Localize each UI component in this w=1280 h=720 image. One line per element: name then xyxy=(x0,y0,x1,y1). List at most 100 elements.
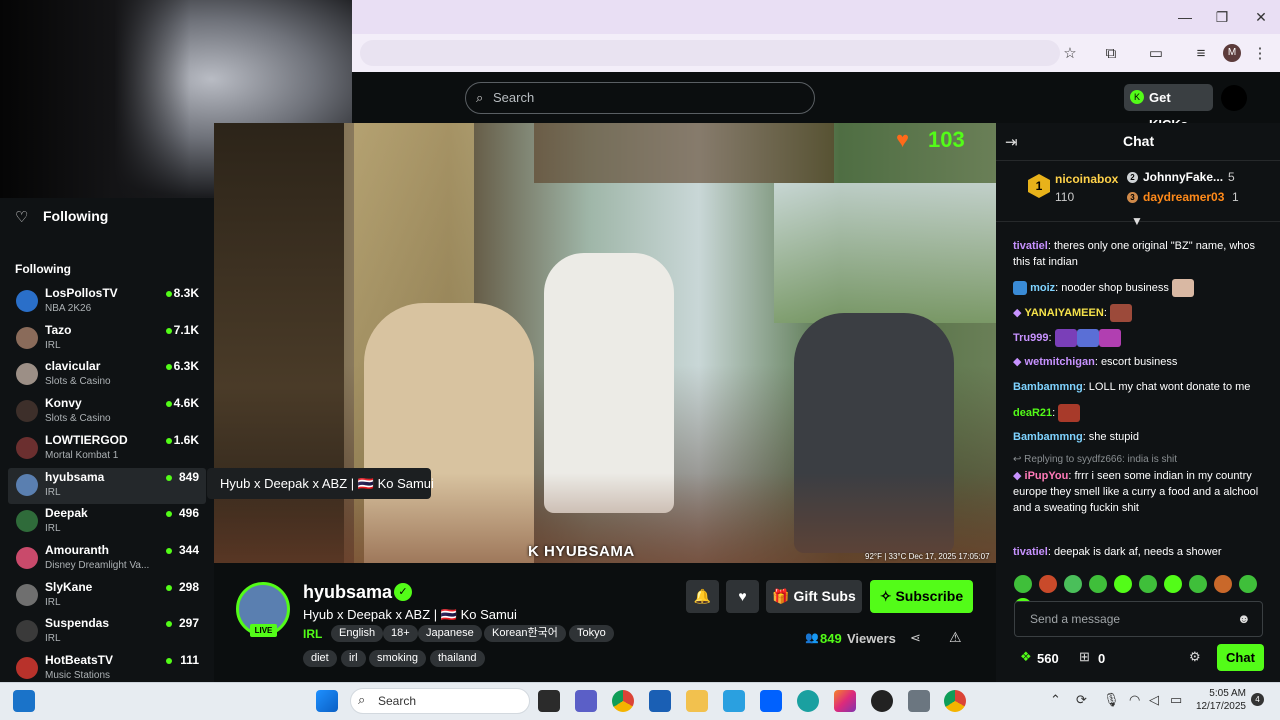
chat-username[interactable]: tivatiel xyxy=(1013,546,1048,558)
chrome-icon[interactable] xyxy=(944,690,966,712)
sidebar-item-lowtiergod[interactable]: LOWTIERGOD Mortal Kombat 1 1.6K xyxy=(8,431,206,467)
reply-context[interactable]: ↩ Replying to syydfz666: india is shit xyxy=(1013,454,1177,465)
chat-message: tivatiel: theres only one original "BZ" … xyxy=(1013,238,1273,270)
leaderboard-name-2[interactable]: JohnnyFake... xyxy=(1143,170,1223,184)
emote-icon[interactable] xyxy=(1014,575,1032,593)
sidebar-item-tazo[interactable]: Tazo IRL 7.1K xyxy=(8,321,206,357)
report-icon[interactable]: ⚠ xyxy=(949,629,962,646)
extensions-icon[interactable]: ⧉ xyxy=(1101,44,1121,64)
gear-icon[interactable]: ⚙ xyxy=(1189,649,1201,665)
live-dot-icon xyxy=(166,658,172,664)
maximize-button[interactable]: ❐ xyxy=(1207,6,1237,28)
tag-chip[interactable]: smoking xyxy=(369,650,426,667)
task-view-icon[interactable] xyxy=(538,690,560,712)
file-explorer-icon[interactable] xyxy=(686,690,708,712)
widgets-icon[interactable] xyxy=(13,690,35,712)
microphone-icon[interactable]: 🎙 xyxy=(1103,692,1120,708)
tag-chip[interactable]: diet xyxy=(303,650,337,667)
subscribe-button[interactable]: ✧ Subscribe xyxy=(870,580,973,613)
sidebar-item-slykane[interactable]: SlyKane IRL 298 xyxy=(8,578,206,614)
teams-icon[interactable] xyxy=(575,690,597,712)
tag-chip[interactable]: Tokyo xyxy=(569,625,614,642)
emote-icon[interactable] xyxy=(1239,575,1257,593)
emote-icon[interactable] xyxy=(1189,575,1207,593)
emote-icon[interactable] xyxy=(1039,575,1057,593)
cast-icon[interactable]: ▭ xyxy=(1146,44,1166,64)
sidebar-item-category: Mortal Kombat 1 xyxy=(45,449,119,461)
profile-avatar[interactable]: M xyxy=(1223,44,1241,62)
chat-username[interactable]: Bambammng xyxy=(1013,381,1083,393)
chat-username[interactable]: iPupYou xyxy=(1025,470,1069,482)
user-avatar[interactable] xyxy=(1221,85,1247,111)
dropbox-icon[interactable] xyxy=(760,690,782,712)
edge-icon[interactable] xyxy=(797,690,819,712)
volume-icon[interactable]: ◁ xyxy=(1149,692,1159,708)
chrome-icon[interactable] xyxy=(612,690,634,712)
star-icon[interactable]: ☆ xyxy=(1060,44,1080,64)
kicks-count[interactable]: 560 xyxy=(1037,651,1059,666)
wifi-icon[interactable]: ◠ xyxy=(1129,692,1140,708)
sidebar-item-amouranth[interactable]: Amouranth Disney Dreamlight Va... 344 xyxy=(8,541,206,577)
start-icon[interactable] xyxy=(316,690,338,712)
leaderboard-name-1[interactable]: nicoinabox xyxy=(1055,172,1118,186)
category-link[interactable]: IRL xyxy=(303,627,322,641)
chat-username[interactable]: tivatiel xyxy=(1013,240,1048,252)
sidebar-item-clavicular[interactable]: clavicular Slots & Casino 6.3K xyxy=(8,357,206,393)
chat-username[interactable]: deaR21 xyxy=(1013,407,1052,419)
tag-chip[interactable]: Korean한국어 xyxy=(484,625,566,642)
emote-icon[interactable] xyxy=(1164,575,1182,593)
collapse-chat-icon[interactable]: ⇥ xyxy=(1005,133,1018,151)
channel-name[interactable]: hyubsama xyxy=(303,582,392,603)
battery-icon[interactable]: ▭ xyxy=(1170,692,1182,708)
clock-date[interactable]: 12/17/2025 xyxy=(1195,701,1246,712)
tag-chip[interactable]: irl xyxy=(341,650,366,667)
leaderboard-name-3[interactable]: daydreamer03 xyxy=(1143,190,1224,204)
tag-chip[interactable]: 18+ xyxy=(383,625,418,642)
app-icon[interactable] xyxy=(871,690,893,712)
tag-chip[interactable]: English xyxy=(331,625,384,642)
tag-chip[interactable]: Japanese xyxy=(418,625,482,642)
emote-icon[interactable] xyxy=(1064,575,1082,593)
notification-badge[interactable]: 4 xyxy=(1251,693,1264,706)
tag-chip[interactable]: thailand xyxy=(430,650,485,667)
settings-icon[interactable] xyxy=(908,690,930,712)
following-nav[interactable]: Following xyxy=(43,208,108,224)
kebab-menu-icon[interactable]: ⋮ xyxy=(1250,44,1270,64)
media-icon[interactable]: ≡ xyxy=(1191,44,1211,64)
address-bar[interactable] xyxy=(360,40,1060,66)
chat-message: moiz: nooder shop business xyxy=(1013,279,1273,297)
sidebar-item-konvy[interactable]: Konvy Slots & Casino 4.6K xyxy=(8,394,206,430)
chat-message: Tru999: xyxy=(1013,329,1273,347)
chevron-up-icon[interactable]: ⌃ xyxy=(1050,692,1061,708)
notification-bell-button[interactable]: 🔔 xyxy=(686,580,719,613)
emote-icon[interactable] xyxy=(1139,575,1157,593)
emoji-picker-icon[interactable]: ☻ xyxy=(1237,611,1251,626)
chat-username[interactable]: Bambammng xyxy=(1013,431,1083,443)
expand-leaderboard-icon[interactable]: ▼ xyxy=(1131,214,1143,228)
clock-time[interactable]: 5:05 AM xyxy=(1208,688,1246,699)
send-chat-button[interactable]: Chat xyxy=(1217,644,1264,671)
emote-icon[interactable] xyxy=(1089,575,1107,593)
follow-heart-button[interactable]: ♥ xyxy=(726,580,759,613)
taskbar-search[interactable] xyxy=(350,688,530,714)
sidebar-item-deepak[interactable]: Deepak IRL 496 xyxy=(8,504,206,540)
chat-username[interactable]: wetmitchigan xyxy=(1025,356,1095,368)
sidebar-item-suspendas[interactable]: Suspendas IRL 297 xyxy=(8,614,206,650)
minimize-button[interactable]: — xyxy=(1170,6,1200,28)
chat-username[interactable]: YANAIYAMEEN xyxy=(1025,307,1104,319)
chat-username[interactable]: Tru999 xyxy=(1013,332,1048,344)
emote-icon[interactable] xyxy=(1214,575,1232,593)
gift-count[interactable]: 0 xyxy=(1098,651,1105,666)
sidebar-item-hyubsama[interactable]: hyubsama IRL 849 xyxy=(8,467,206,504)
app-icon[interactable] xyxy=(723,690,745,712)
sync-icon[interactable]: ⟳ xyxy=(1076,692,1087,708)
close-button[interactable]: ✕ xyxy=(1246,6,1276,28)
store-icon[interactable] xyxy=(649,690,671,712)
sidebar-item-lospollostv[interactable]: LosPollosTV NBA 2K26 8.3K xyxy=(8,284,206,320)
chat-username[interactable]: moiz xyxy=(1030,282,1055,294)
emote-icon[interactable] xyxy=(1114,575,1132,593)
sidebar-item-label: Amouranth xyxy=(45,542,109,557)
gift-subs-button[interactable]: 🎁 Gift Subs xyxy=(766,580,862,613)
share-icon[interactable]: ⋖ xyxy=(910,630,921,646)
instagram-icon[interactable] xyxy=(834,690,856,712)
